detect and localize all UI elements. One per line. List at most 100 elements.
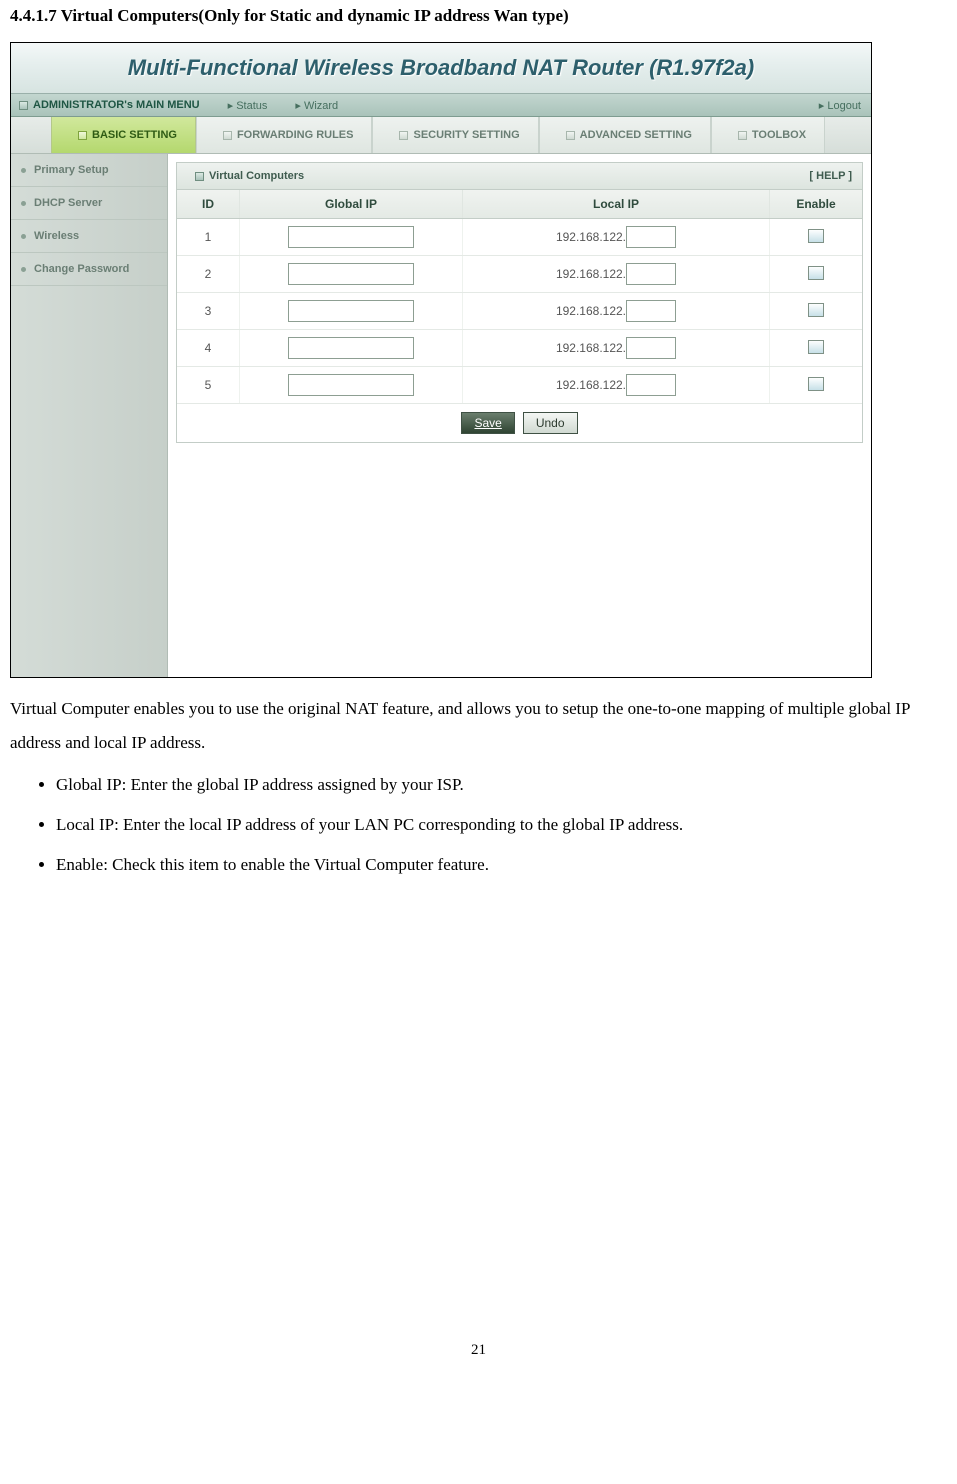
col-enable: Enable: [770, 190, 863, 219]
cell-local-ip: 192.168.122.: [463, 367, 770, 404]
global-ip-input[interactable]: [288, 300, 414, 322]
menu-logout-label: Logout: [827, 100, 861, 112]
dot-icon: [21, 234, 26, 239]
sidebar-item-label: Primary Setup: [34, 164, 109, 176]
square-icon: [566, 131, 575, 140]
content-area: Virtual Computers [ HELP ] ID Global IP …: [168, 154, 871, 678]
enable-checkbox[interactable]: [808, 377, 824, 391]
tab-security-setting[interactable]: SECURITY SETTING: [372, 117, 538, 153]
cell-id: 3: [177, 293, 240, 330]
sidebar-item-label: Change Password: [34, 263, 129, 275]
square-icon: [223, 131, 232, 140]
virtual-computers-panel: Virtual Computers [ HELP ] ID Global IP …: [176, 162, 863, 443]
menu-status[interactable]: ▸ Status: [228, 99, 268, 112]
panel-title: Virtual Computers: [209, 170, 304, 182]
cell-enable: [770, 256, 863, 293]
local-ip-input[interactable]: [626, 374, 676, 396]
table-row: 3 192.168.122.: [177, 293, 862, 330]
cell-global-ip: [240, 219, 463, 256]
tab-forwarding-rules-label: FORWARDING RULES: [237, 129, 354, 141]
router-title: Multi-Functional Wireless Broadband NAT …: [128, 55, 754, 81]
sidebar-item-dhcp-server[interactable]: DHCP Server: [11, 187, 167, 220]
sidebar-item-wireless[interactable]: Wireless: [11, 220, 167, 253]
tab-toolbox[interactable]: TOOLBOX: [711, 117, 825, 153]
global-ip-input[interactable]: [288, 374, 414, 396]
cell-global-ip: [240, 367, 463, 404]
square-icon: [19, 101, 28, 110]
local-ip-prefix: 192.168.122.: [556, 378, 626, 392]
table-row: 4 192.168.122.: [177, 330, 862, 367]
cell-id: 2: [177, 256, 240, 293]
square-icon: [738, 131, 747, 140]
enable-checkbox[interactable]: [808, 303, 824, 317]
router-tabbar: BASIC SETTING FORWARDING RULES SECURITY …: [11, 117, 871, 154]
menu-status-label: Status: [236, 100, 267, 112]
table-row: 2 192.168.122.: [177, 256, 862, 293]
global-ip-input[interactable]: [288, 263, 414, 285]
tab-basic-setting-label: BASIC SETTING: [92, 129, 177, 141]
cell-enable: [770, 293, 863, 330]
cell-id: 4: [177, 330, 240, 367]
col-local-ip: Local IP: [463, 190, 770, 219]
list-item: Global IP: Enter the global IP address a…: [56, 768, 947, 802]
local-ip-input[interactable]: [626, 263, 676, 285]
col-id: ID: [177, 190, 240, 219]
button-row: Save Undo: [177, 404, 862, 442]
dot-icon: [21, 168, 26, 173]
table-row: 1 192.168.122.: [177, 219, 862, 256]
cell-local-ip: 192.168.122.: [463, 219, 770, 256]
sidebar-item-label: Wireless: [34, 230, 79, 242]
router-admin-screenshot: Multi-Functional Wireless Broadband NAT …: [10, 42, 872, 678]
menu-logout[interactable]: ▸ Logout: [819, 99, 861, 112]
dot-icon: [21, 201, 26, 206]
local-ip-prefix: 192.168.122.: [556, 341, 626, 355]
tab-forwarding-rules[interactable]: FORWARDING RULES: [196, 117, 373, 153]
cell-enable: [770, 330, 863, 367]
global-ip-input[interactable]: [288, 226, 414, 248]
cell-enable: [770, 367, 863, 404]
enable-checkbox[interactable]: [808, 229, 824, 243]
cell-local-ip: 192.168.122.: [463, 293, 770, 330]
page-number: 21: [10, 1342, 947, 1379]
menu-wizard-label: Wizard: [304, 100, 338, 112]
menu-admin-label: ADMINISTRATOR's MAIN MENU: [33, 99, 200, 111]
section-heading: 4.4.1.7 Virtual Computers(Only for Stati…: [10, 6, 947, 26]
tab-basic-setting[interactable]: BASIC SETTING: [51, 117, 196, 153]
square-icon: [399, 131, 408, 140]
local-ip-prefix: 192.168.122.: [556, 304, 626, 318]
save-button[interactable]: Save: [461, 412, 514, 434]
table-row: 5 192.168.122.: [177, 367, 862, 404]
local-ip-input[interactable]: [626, 337, 676, 359]
cell-id: 5: [177, 367, 240, 404]
cell-global-ip: [240, 256, 463, 293]
intro-paragraph: Virtual Computer enables you to use the …: [10, 692, 947, 760]
cell-global-ip: [240, 293, 463, 330]
local-ip-prefix: 192.168.122.: [556, 267, 626, 281]
enable-checkbox[interactable]: [808, 266, 824, 280]
sidebar-item-label: DHCP Server: [34, 197, 102, 209]
menu-wizard[interactable]: ▸ Wizard: [295, 99, 338, 112]
cell-enable: [770, 219, 863, 256]
cell-id: 1: [177, 219, 240, 256]
enable-checkbox[interactable]: [808, 340, 824, 354]
local-ip-input[interactable]: [626, 300, 676, 322]
undo-button[interactable]: Undo: [523, 412, 578, 434]
sidebar: Primary Setup DHCP Server Wireless Chang…: [11, 154, 168, 678]
help-link[interactable]: [ HELP ]: [809, 170, 852, 182]
panel-header: Virtual Computers [ HELP ]: [177, 163, 862, 190]
local-ip-prefix: 192.168.122.: [556, 230, 626, 244]
list-item: Local IP: Enter the local IP address of …: [56, 808, 947, 842]
virtual-computers-table: ID Global IP Local IP Enable 1192.168.12…: [177, 190, 862, 404]
global-ip-input[interactable]: [288, 337, 414, 359]
local-ip-input[interactable]: [626, 226, 676, 248]
tab-toolbox-label: TOOLBOX: [752, 129, 806, 141]
list-item: Enable: Check this item to enable the Vi…: [56, 848, 947, 882]
sidebar-item-change-password[interactable]: Change Password: [11, 253, 167, 286]
cell-local-ip: 192.168.122.: [463, 256, 770, 293]
tab-advanced-setting-label: ADVANCED SETTING: [580, 129, 692, 141]
square-icon: [78, 131, 87, 140]
sidebar-item-primary-setup[interactable]: Primary Setup: [11, 154, 167, 187]
router-menubar: ADMINISTRATOR's MAIN MENU ▸ Status ▸ Wiz…: [11, 94, 871, 117]
tab-advanced-setting[interactable]: ADVANCED SETTING: [539, 117, 711, 153]
cell-global-ip: [240, 330, 463, 367]
